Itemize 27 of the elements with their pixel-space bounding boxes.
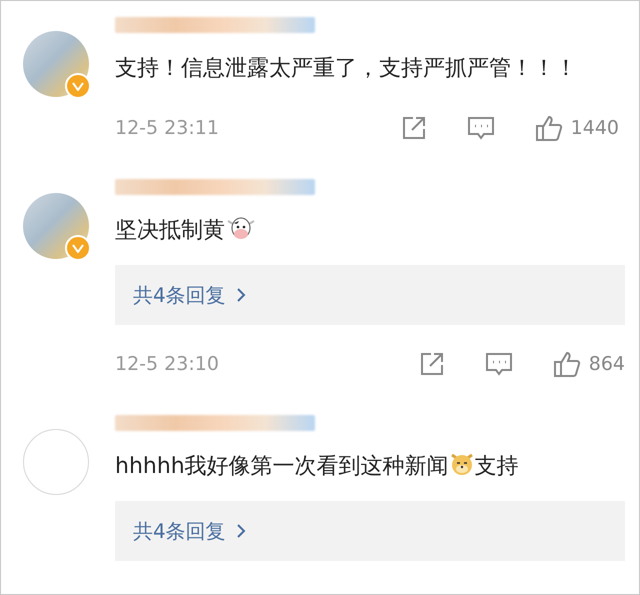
share-button[interactable] [418, 351, 445, 377]
replies-link[interactable]: 共4条回复 [115, 265, 625, 325]
comment-text: 支持！信息泄露太严重了，支持严抓严管！！！ [115, 56, 577, 81]
chevron-right-icon [236, 287, 246, 303]
comment-text: 坚决抵制黄 [115, 218, 225, 243]
share-icon [400, 115, 427, 141]
blurred-username[interactable] [115, 17, 315, 33]
cow-emoji-icon [227, 215, 255, 241]
share-icon [418, 351, 445, 377]
like-button[interactable]: 1440 [534, 114, 619, 142]
chevron-right-icon [236, 523, 246, 539]
comment-text: hhhhh我好像第一次看到这种新闻 [115, 454, 449, 479]
share-button[interactable] [400, 115, 427, 141]
dog-emoji-icon [448, 451, 475, 477]
like-button[interactable]: 864 [552, 350, 625, 378]
comment-icon [484, 351, 513, 377]
comment-date: 12-5 23:10 [115, 353, 220, 375]
thumbs-up-icon [534, 114, 563, 142]
comment-text: 支持 [474, 454, 519, 479]
reply-button[interactable] [484, 351, 513, 377]
replies-link[interactable]: 共4条回复 [115, 501, 625, 561]
blurred-username[interactable] [115, 415, 315, 431]
reply-button[interactable] [466, 115, 495, 141]
comment-date: 12-5 23:11 [115, 117, 220, 139]
thumbs-up-icon [552, 350, 581, 378]
comment-icon [466, 115, 495, 141]
blurred-username[interactable] [115, 179, 315, 195]
